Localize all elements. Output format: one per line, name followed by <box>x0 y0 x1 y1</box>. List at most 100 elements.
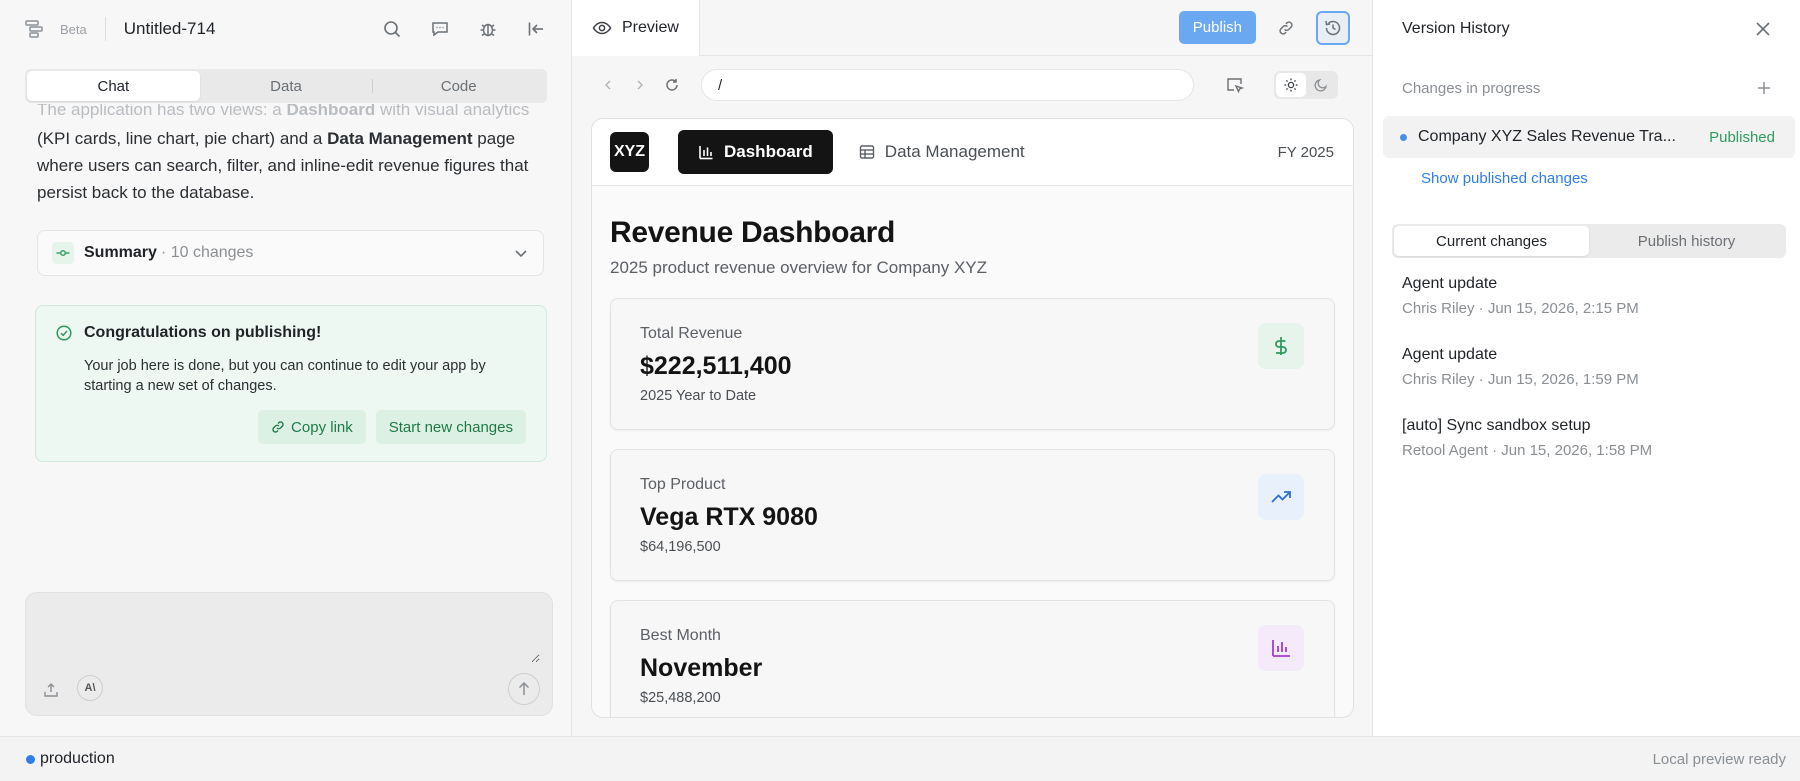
start-new-changes-button[interactable]: Start new changes <box>375 410 526 444</box>
link-icon <box>271 420 285 434</box>
history-list: Agent update Chris Riley · Jun 15, 2026,… <box>1373 258 1800 459</box>
plus-icon[interactable] <box>1756 80 1772 96</box>
show-published-changes-link[interactable]: Show published changes <box>1373 158 1800 187</box>
section-label: Changes in progress <box>1402 79 1541 97</box>
tab-code[interactable]: Code <box>372 71 545 101</box>
copy-link-label: Copy link <box>291 418 353 436</box>
brand-logo[interactable]: XYZ <box>610 132 649 172</box>
changes-in-progress-header: Changes in progress <box>1373 58 1800 118</box>
tab-preview[interactable]: Preview <box>572 0 700 56</box>
nav-dashboard[interactable]: Dashboard <box>678 130 833 174</box>
url-field[interactable]: / <box>701 69 1194 101</box>
summary-collapsible[interactable]: Summary · 10 changes <box>37 230 544 276</box>
bug-icon[interactable] <box>477 18 499 40</box>
history-tabs: Current changes Publish history <box>1392 224 1786 258</box>
list-item[interactable]: Agent update Chris Riley · Jun 15, 2026,… <box>1402 275 1800 317</box>
back-icon[interactable] <box>599 76 617 94</box>
chevron-down-icon[interactable] <box>513 245 529 261</box>
change-set-name: Company XYZ Sales Revenue Tra... <box>1418 128 1676 145</box>
entry-meta: Chris Riley · Jun 15, 2026, 2:15 PM <box>1402 300 1639 317</box>
list-item[interactable]: Agent update Chris Riley · Jun 15, 2026,… <box>1402 346 1800 388</box>
inspect-element-icon[interactable] <box>1224 74 1246 96</box>
app-title[interactable]: Untitled-714 <box>124 19 216 39</box>
dark-mode-icon[interactable] <box>1306 73 1336 97</box>
kpi-note: 2025 Year to Date <box>640 388 757 404</box>
kpi-value: November <box>640 654 763 682</box>
status-bar: production Local preview ready <box>0 736 1800 781</box>
table-icon <box>859 144 875 160</box>
tab-chat[interactable]: Chat <box>27 71 200 101</box>
kpi-value: $222,511,400 <box>640 352 792 380</box>
bar-chart-icon <box>698 144 714 160</box>
entry-title: [auto] Sync sandbox setup <box>1402 417 1591 434</box>
kpi-card-best-month: Best Month November $25,488,200 <box>610 600 1335 717</box>
publish-button[interactable]: Publish <box>1178 11 1256 44</box>
search-icon[interactable] <box>381 18 403 40</box>
left-tabs: Chat Data Code <box>25 69 547 103</box>
trending-up-icon <box>1258 474 1304 520</box>
commit-icon <box>52 242 74 264</box>
environment-selector[interactable]: production <box>40 750 115 768</box>
comment-icon[interactable] <box>429 18 451 40</box>
dashboard-content: Revenue Dashboard 2025 product revenue o… <box>592 186 1353 717</box>
app-preview-frame: XYZ Dashboard Data Management FY 2025 Re… <box>591 118 1354 718</box>
chat-input[interactable] <box>38 603 540 663</box>
congrats-body: Your job here is done, but you can conti… <box>84 358 486 394</box>
status-badge: Published <box>1709 128 1775 146</box>
entry-meta: Retool Agent · Jun 15, 2026, 1:58 PM <box>1402 442 1653 459</box>
check-circle-icon <box>56 325 72 341</box>
chat-messages[interactable]: The application has two views: a Dashboa… <box>0 104 571 584</box>
message-text-faded-a: The application has two views: a <box>37 104 287 119</box>
tab-data[interactable]: Data <box>200 71 373 101</box>
entry-meta: Chris Riley · Jun 15, 2026, 1:59 PM <box>1402 371 1639 388</box>
change-set-item[interactable]: Company XYZ Sales Revenue Tra... Publish… <box>1383 116 1795 158</box>
env-status-dot <box>26 754 35 764</box>
kpi-label: Best Month <box>640 627 721 644</box>
eye-icon <box>592 18 612 38</box>
entry-title: Agent update <box>1402 346 1498 363</box>
history-icon[interactable] <box>1316 10 1350 45</box>
page-subtitle: 2025 product revenue overview for Compan… <box>610 258 988 277</box>
panel-title: Version History <box>1402 20 1510 37</box>
version-history-panel: Version History Changes in progress Comp… <box>1373 0 1800 736</box>
nav-data-management[interactable]: Data Management <box>839 130 1045 174</box>
version-history-header: Version History <box>1373 0 1800 58</box>
kpi-note: $25,488,200 <box>640 690 721 706</box>
nav-data-management-label: Data Management <box>884 142 1025 161</box>
collapse-panel-icon[interactable] <box>525 18 547 40</box>
tab-publish-history[interactable]: Publish history <box>1589 226 1784 256</box>
copy-link-button[interactable]: Copy link <box>258 410 366 444</box>
kpi-label: Top Product <box>640 476 726 493</box>
kpi-note: $64,196,500 <box>640 539 721 555</box>
kpi-card-top-product: Top Product Vega RTX 9080 $64,196,500 <box>610 449 1335 581</box>
app-navbar: XYZ Dashboard Data Management FY 2025 <box>592 119 1353 186</box>
list-item[interactable]: [auto] Sync sandbox setup Retool Agent ·… <box>1402 417 1800 459</box>
reload-icon[interactable] <box>663 76 681 94</box>
model-selector-icon[interactable]: A\ <box>77 675 103 701</box>
forward-icon[interactable] <box>631 76 649 94</box>
tab-current-changes[interactable]: Current changes <box>1394 226 1589 256</box>
kpi-label: Total Revenue <box>640 325 743 342</box>
light-mode-icon[interactable] <box>1276 73 1306 97</box>
congrats-title: Congratulations on publishing! <box>84 324 322 341</box>
upload-icon[interactable] <box>40 679 62 701</box>
beta-badge: Beta <box>60 21 87 37</box>
assistant-message: The application has two views: a Dashboa… <box>0 104 571 206</box>
nav-dashboard-label: Dashboard <box>724 142 813 161</box>
kpi-value: Vega RTX 9080 <box>640 503 818 531</box>
retool-logo-icon[interactable] <box>24 18 46 40</box>
link-icon[interactable] <box>1269 11 1303 45</box>
divider <box>104 17 106 41</box>
message-text-faded-b: Dashboard <box>286 104 376 119</box>
browser-bar: / <box>572 56 1372 114</box>
send-button[interactable] <box>508 673 540 705</box>
message-text-faded-c: with visual analytics <box>375 104 530 119</box>
preview-status: Local preview ready <box>1652 750 1786 768</box>
left-topbar: Beta Untitled-714 <box>0 0 571 58</box>
chat-panel: Beta Untitled-714 Chat Data Code The app… <box>0 0 572 736</box>
summary-count: · 10 changes <box>160 244 254 261</box>
dollar-icon <box>1258 323 1304 369</box>
close-icon[interactable] <box>1754 20 1772 38</box>
preview-tab-label: Preview <box>622 18 679 36</box>
status-dot <box>1400 133 1407 141</box>
